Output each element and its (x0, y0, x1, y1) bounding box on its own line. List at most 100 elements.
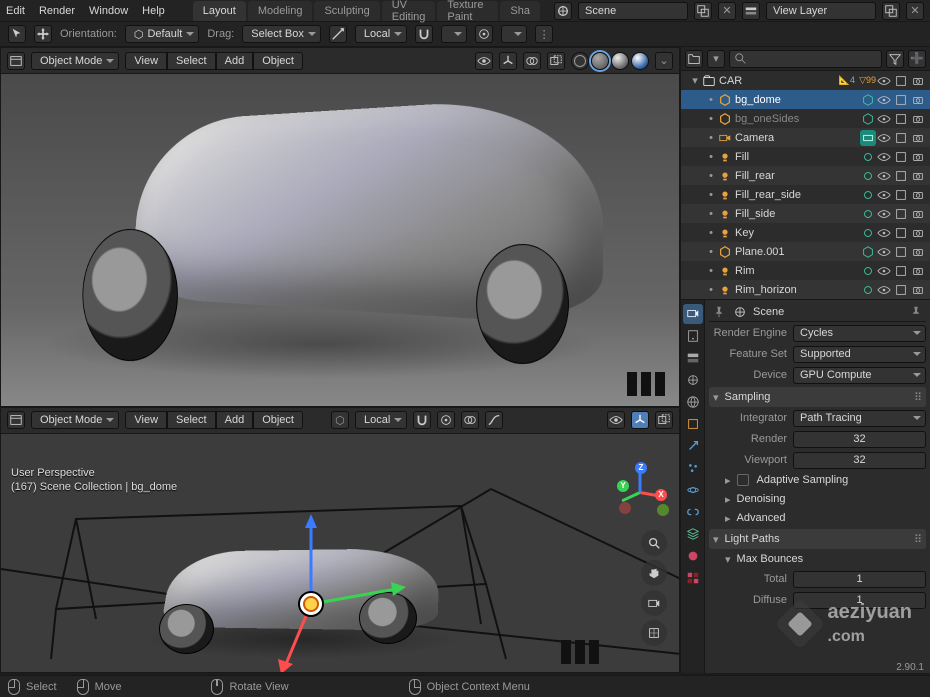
eye-icon[interactable] (876, 130, 892, 146)
object-type-icon[interactable] (717, 282, 733, 298)
scene-field[interactable]: Scene (578, 2, 688, 20)
opts-icon[interactable]: ⋮ (535, 25, 553, 43)
disclose-icon[interactable]: • (705, 208, 717, 220)
scene-icon[interactable] (554, 2, 572, 20)
view-menu[interactable]: View (125, 52, 167, 70)
total-input[interactable]: 1 (793, 571, 926, 588)
viewlayer-field[interactable]: View Layer (766, 2, 876, 20)
eye-icon[interactable] (876, 149, 892, 165)
integrator-dropdown[interactable]: Path Tracing (793, 410, 926, 427)
transform-icon[interactable] (329, 25, 347, 43)
curve-icon-2[interactable] (485, 411, 503, 429)
camera-render-icon[interactable] (910, 187, 926, 203)
eye-icon[interactable] (876, 225, 892, 241)
xray-icon-2[interactable] (655, 411, 673, 429)
camera-render-icon[interactable] (910, 92, 926, 108)
workspace-tab-sculpting[interactable]: Sculpting (314, 1, 379, 21)
camera-render-icon[interactable] (910, 282, 926, 298)
menu-render[interactable]: Render (39, 5, 75, 17)
light-data-icon[interactable] (860, 187, 876, 203)
viewport-bottom[interactable]: Object Mode View Select Add Object ⬡ Loc… (0, 407, 680, 673)
light-data-icon[interactable] (860, 225, 876, 241)
light-data-icon[interactable] (860, 206, 876, 222)
outliner-row[interactable]: •Rim_horizon (681, 280, 930, 299)
render-engine-dropdown[interactable]: Cycles (793, 325, 926, 342)
gizmo-toggle-icon[interactable] (499, 52, 517, 70)
proptab-particles[interactable] (683, 458, 703, 478)
disable-icon[interactable] (893, 92, 909, 108)
camera-render-icon[interactable] (910, 111, 926, 127)
mode-dropdown[interactable]: Object Mode (31, 52, 119, 70)
proptab-modifiers[interactable] (683, 436, 703, 456)
proptab-texture[interactable] (683, 568, 703, 588)
adaptive-checkbox[interactable] (737, 474, 749, 486)
outliner-row[interactable]: ▾CAR📐4▽99 (681, 71, 930, 90)
nav-persp-icon[interactable] (641, 620, 667, 646)
outliner-row[interactable]: •bg_oneSides (681, 109, 930, 128)
disclose-icon[interactable]: • (705, 113, 717, 125)
nav-zoom-icon[interactable] (641, 530, 667, 556)
object-type-icon[interactable] (717, 187, 733, 203)
shade-wire-icon[interactable] (571, 52, 589, 70)
eye-icon[interactable] (876, 73, 892, 89)
outliner-filter-icon[interactable] (886, 50, 904, 68)
light-data-icon[interactable] (860, 149, 876, 165)
move-tool-icon[interactable] (34, 25, 52, 43)
disclose-icon[interactable]: • (705, 94, 717, 106)
eye-icon[interactable] (876, 263, 892, 279)
proptab-output[interactable] (683, 326, 703, 346)
viewport-top[interactable]: Object Mode View Select Add Object (0, 47, 680, 407)
outliner-row[interactable]: •Rim (681, 261, 930, 280)
viewlayer-close-icon[interactable]: ✕ (906, 2, 924, 20)
light-data-icon[interactable] (860, 282, 876, 298)
orient-dropdown-2[interactable]: Local (355, 411, 407, 429)
snap-icon-2[interactable] (413, 411, 431, 429)
eye-icon[interactable] (876, 244, 892, 260)
xray-icon[interactable] (547, 52, 565, 70)
disclose-icon[interactable]: • (705, 170, 717, 182)
overlay-visibility-icon[interactable] (475, 52, 493, 70)
camera-render-icon[interactable] (910, 244, 926, 260)
pin-right-icon[interactable] (908, 304, 924, 320)
workspace-tab-modeling[interactable]: Modeling (248, 1, 313, 21)
panel-preset-icon-2[interactable]: ⠿ (914, 533, 922, 546)
scene-browse-icon[interactable] (694, 2, 712, 20)
camera-render-icon[interactable] (910, 225, 926, 241)
disclose-icon[interactable]: • (705, 132, 717, 144)
camera-render-icon[interactable] (910, 149, 926, 165)
mesh-data-icon[interactable] (860, 111, 876, 127)
shade-render-icon[interactable] (631, 52, 649, 70)
overlay-toggle-icon-2[interactable] (461, 411, 479, 429)
eye-icon[interactable] (876, 187, 892, 203)
disclose-icon[interactable]: • (705, 265, 717, 277)
object-type-icon[interactable] (717, 263, 733, 279)
object-type-icon[interactable] (717, 206, 733, 222)
disclose-icon[interactable]: • (705, 227, 717, 239)
object-type-icon[interactable] (717, 149, 733, 165)
disable-icon[interactable] (893, 73, 909, 89)
workspace-tab-texpaint[interactable]: Texture Paint (437, 1, 498, 21)
proptab-physics[interactable] (683, 480, 703, 500)
transform-gizmo[interactable] (231, 514, 431, 672)
outliner-type-icon[interactable] (685, 50, 703, 68)
gizmo-toggle-icon-2[interactable] (631, 411, 649, 429)
propedit-dropdown[interactable] (501, 25, 527, 43)
orientation-dropdown[interactable]: ⬡Default (125, 25, 199, 43)
eye-icon[interactable] (876, 111, 892, 127)
feature-set-dropdown[interactable]: Supported (793, 346, 926, 363)
shade-matprev-icon[interactable] (611, 52, 629, 70)
outliner-row[interactable]: •Plane.001 (681, 242, 930, 261)
outliner-row[interactable]: •Key (681, 223, 930, 242)
eye-icon[interactable] (876, 282, 892, 298)
object-type-icon[interactable] (717, 130, 733, 146)
disclose-icon[interactable]: ▾ (689, 74, 701, 87)
workspace-tab-uv[interactable]: UV Editing (382, 1, 436, 21)
panel-lightpaths[interactable]: ▾Light Paths⠿ (709, 529, 926, 549)
pivot-dropdown[interactable]: Local (355, 25, 407, 43)
scene-close-icon[interactable]: ✕ (718, 2, 736, 20)
object-menu[interactable]: Object (253, 52, 303, 70)
sub-advanced[interactable]: ▸Advanced (709, 509, 926, 527)
viewlayer-browse-icon[interactable] (882, 2, 900, 20)
camera-render-icon[interactable] (910, 263, 926, 279)
device-dropdown[interactable]: GPU Compute (793, 367, 926, 384)
